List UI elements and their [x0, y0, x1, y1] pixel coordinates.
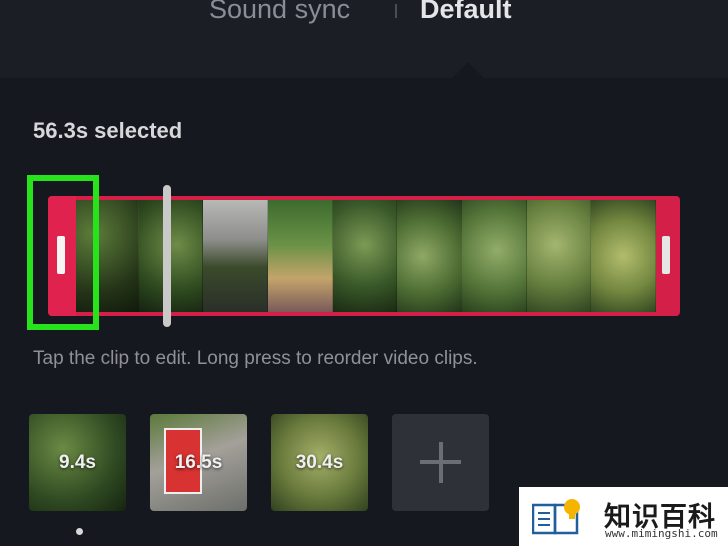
timeline-frame — [138, 200, 204, 312]
clip-duration-label: 16.5s — [174, 451, 223, 473]
clip-thumbnail-1[interactable]: 9.4s — [29, 414, 126, 511]
timeline-frame — [397, 200, 463, 312]
tab-default[interactable]: Default — [420, 0, 512, 25]
playhead-cursor[interactable] — [163, 185, 171, 327]
plus-icon — [439, 442, 443, 483]
timeline-frame — [591, 200, 656, 312]
timeline-frame — [203, 200, 269, 312]
trim-handle-right-grip[interactable] — [662, 236, 670, 274]
timeline-frame — [332, 200, 398, 312]
selected-duration-label: 56.3s selected — [33, 118, 183, 143]
timeline-frame — [526, 200, 592, 312]
mode-tab-bar: Sound sync Default — [0, 0, 728, 78]
timeline-film-strip[interactable] — [74, 200, 656, 312]
clip-thumbnail-3[interactable]: 30.4s — [271, 414, 368, 511]
tab-divider — [395, 4, 397, 18]
tutorial-highlight-box — [27, 175, 99, 330]
timeline-frame — [462, 200, 527, 312]
watermark-logo: 知识百科 www.mimingshi.com — [519, 487, 728, 546]
clip-duration-label: 30.4s — [295, 451, 344, 473]
watermark-url: www.mimingshi.com — [605, 527, 718, 540]
timeline-frame — [268, 200, 333, 312]
add-clip-button[interactable] — [392, 414, 489, 511]
reorder-hint-text: Tap the clip to edit. Long press to reor… — [33, 348, 478, 369]
book-lightbulb-icon — [532, 499, 580, 535]
active-tab-indicator — [452, 62, 484, 78]
clip-duration-label: 9.4s — [59, 451, 96, 473]
clip-thumbnail-2[interactable]: 16.5s — [150, 414, 247, 511]
tab-sound-sync[interactable]: Sound sync — [209, 0, 350, 25]
page-indicator-dot — [76, 528, 83, 535]
